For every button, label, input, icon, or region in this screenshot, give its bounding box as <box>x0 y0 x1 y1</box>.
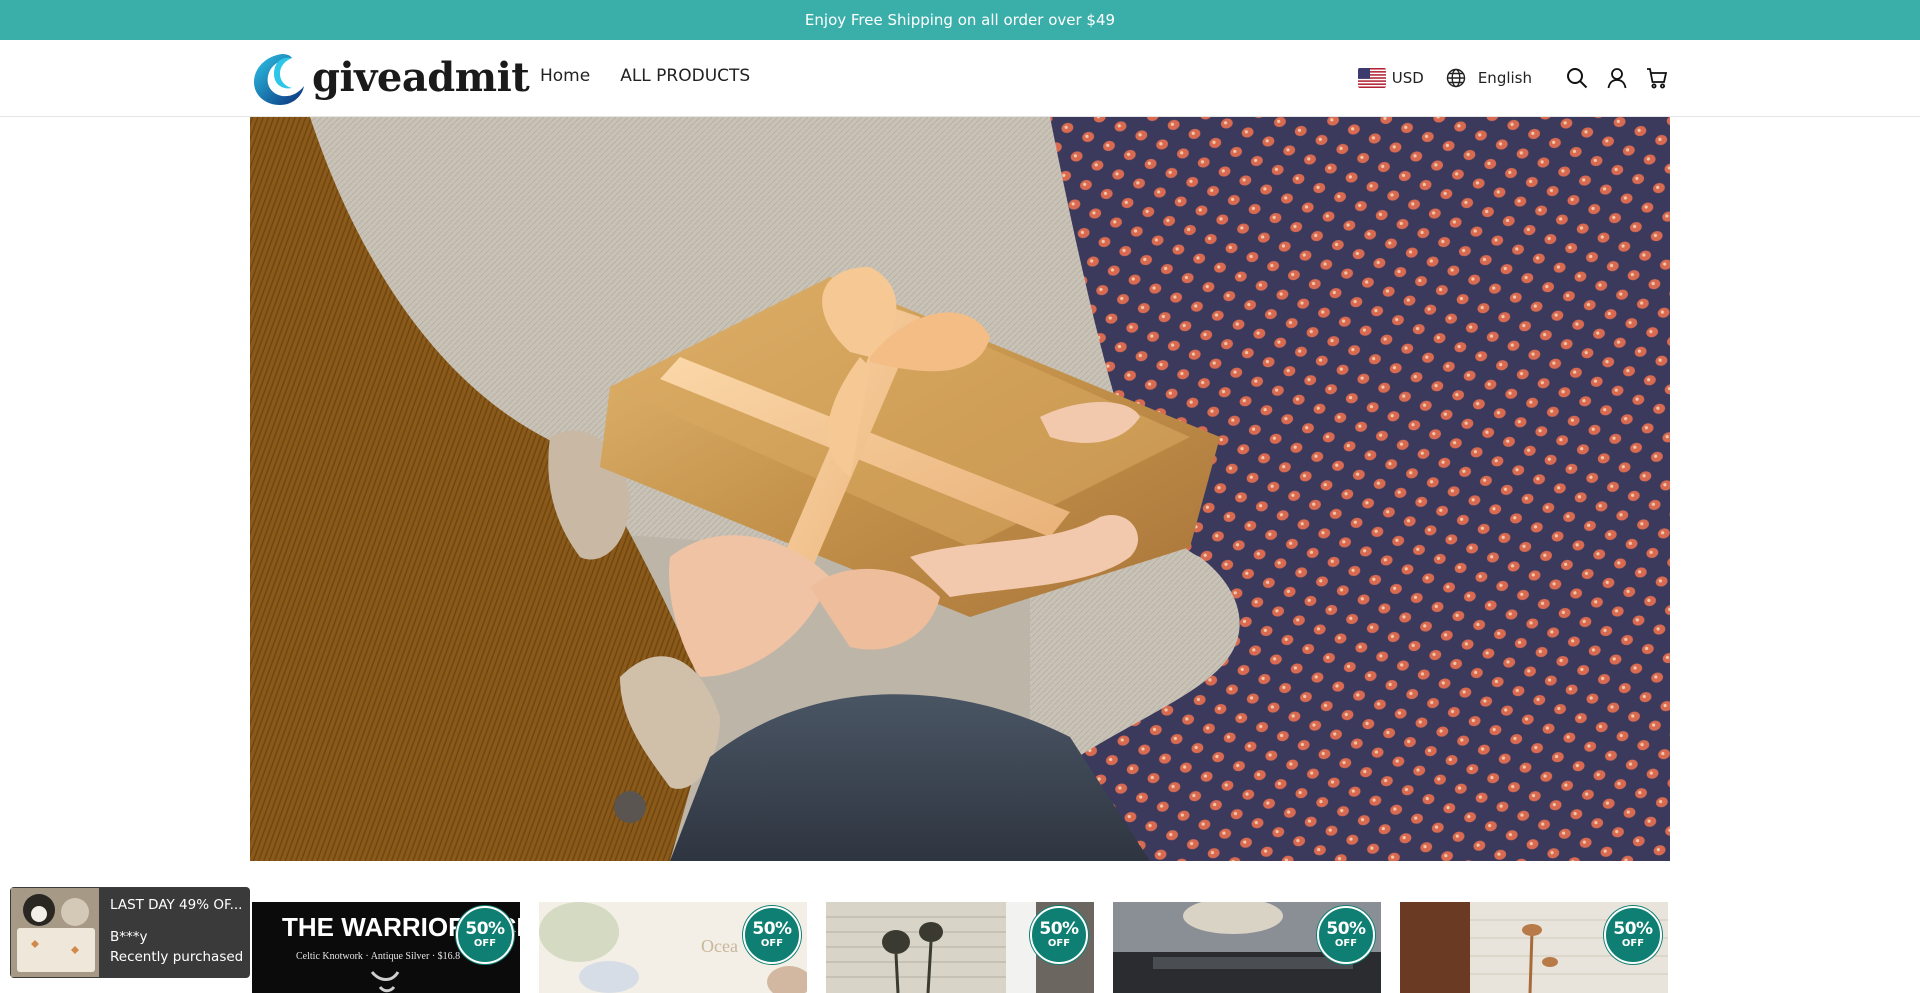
product-subtitle: Celtic Knotwork · Antique Silver · $16.8 <box>296 951 460 962</box>
discount-percent: 50% <box>465 919 505 939</box>
announcement-text: Enjoy Free Shipping on all order over $4… <box>804 11 1116 29</box>
popup-title: LAST DAY 49% OF... <box>110 897 243 913</box>
discount-off: OFF <box>1621 938 1645 949</box>
announcement-bar: Enjoy Free Shipping on all order over $4… <box>0 0 1920 40</box>
search-icon <box>1567 68 1588 89</box>
product-card[interactable]: THE WARRIOR'S CRO Celtic Knotwork · Anti… <box>252 902 520 993</box>
header-utilities: USD English <box>1357 62 1670 94</box>
discount-badge: 50% OFF <box>456 906 514 964</box>
product-title: Ocea <box>701 936 738 956</box>
cart-icon <box>1647 68 1668 89</box>
discount-percent: 50% <box>1039 919 1079 939</box>
logo-text: giveadmit <box>312 54 530 101</box>
discount-badge: 50% OFF <box>1317 906 1375 964</box>
hero-banner[interactable] <box>250 117 1670 861</box>
nav-home[interactable]: Home <box>540 66 590 86</box>
logo-wave-icon <box>254 54 304 105</box>
discount-percent: 50% <box>1326 919 1366 939</box>
nav-all-products[interactable]: ALL PRODUCTS <box>620 66 750 86</box>
cart-button[interactable] <box>1644 65 1670 91</box>
popup-customer-name: B***y <box>110 929 148 945</box>
popup-status: Recently purchased <box>110 949 244 965</box>
product-card[interactable]: 50% OFF <box>1113 902 1381 993</box>
globe-icon <box>1446 68 1466 88</box>
account-icon <box>1607 68 1627 89</box>
logo[interactable]: giveadmit <box>252 50 530 106</box>
currency-selector[interactable]: USD <box>1357 68 1424 88</box>
account-button[interactable] <box>1604 65 1630 91</box>
discount-off: OFF <box>1047 938 1071 949</box>
main-nav: Home ALL PRODUCTS <box>540 66 750 86</box>
discount-off: OFF <box>760 938 784 949</box>
language-label: English <box>1477 69 1532 87</box>
discount-badge: 50% OFF <box>743 906 801 964</box>
discount-off: OFF <box>1334 938 1358 949</box>
product-row: THE WARRIOR'S CRO Celtic Knotwork · Anti… <box>252 902 1670 993</box>
search-button[interactable] <box>1564 65 1590 91</box>
language-selector[interactable]: English <box>1446 68 1532 88</box>
popup-product-image <box>11 888 99 977</box>
discount-percent: 50% <box>752 919 792 939</box>
hero-image <box>250 117 1670 861</box>
discount-badge: 50% OFF <box>1604 906 1662 964</box>
discount-percent: 50% <box>1613 919 1653 939</box>
us-flag-icon <box>1357 68 1386 88</box>
site-header: giveadmit Home ALL PRODUCTS USD English <box>0 40 1920 117</box>
recent-purchase-popup[interactable]: LAST DAY 49% OF... B***y Recently purcha… <box>10 887 250 978</box>
discount-off: OFF <box>473 938 497 949</box>
product-card[interactable]: 50% OFF <box>1400 902 1668 993</box>
product-card[interactable]: 50% OFF <box>826 902 1094 993</box>
currency-label: USD <box>1391 69 1424 87</box>
discount-badge: 50% OFF <box>1030 906 1088 964</box>
product-card[interactable]: Ocea 50% OFF <box>539 902 807 993</box>
popup-text: LAST DAY 49% OF... B***y Recently purcha… <box>100 887 250 978</box>
